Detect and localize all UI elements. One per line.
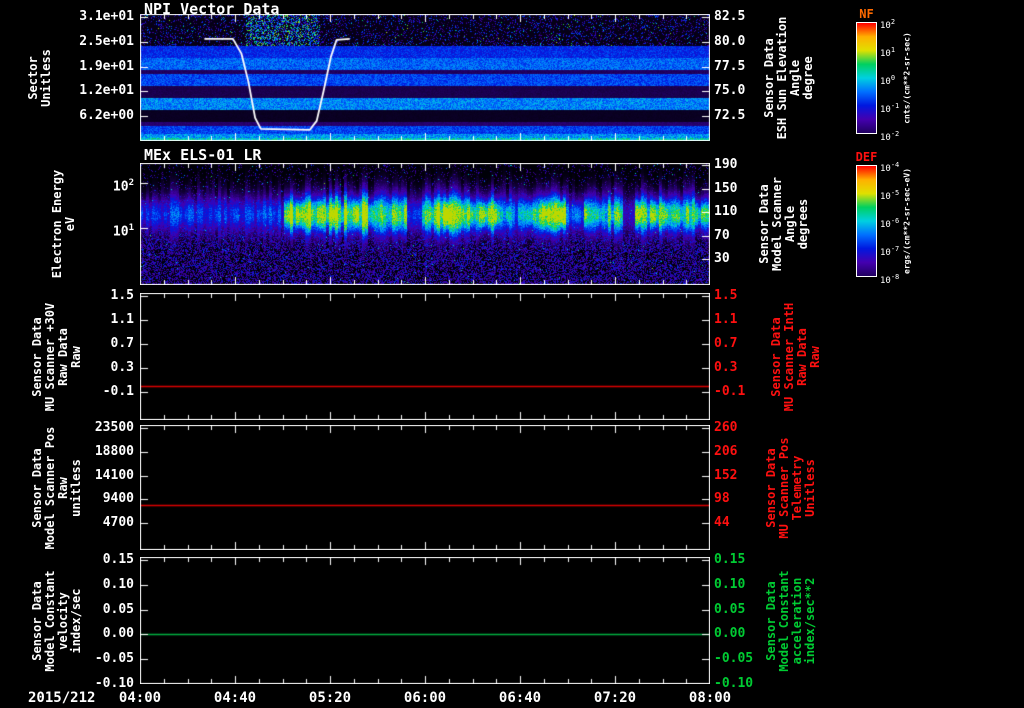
panel2-title: MEx ELS-01 LR: [144, 146, 262, 164]
colorbar-unit-label: cnts/(cm**2-sr-sec): [902, 32, 912, 124]
model-constant-velocity-right-tick-label: -0.10: [714, 676, 754, 691]
x-tick-label: 04:00: [118, 690, 162, 706]
x-tick-label: 06:40: [498, 690, 542, 706]
model-scanner-pos-right-tick-label: 260: [714, 420, 738, 436]
mex-els-01-lr-left-axis-label: Electron Energy eV: [50, 169, 77, 279]
npi-vector-data-left-axis-label: Sector Unitless: [26, 48, 53, 107]
date-label: 2015/212: [28, 690, 96, 706]
colorbar-tick-label: 10-7: [880, 245, 900, 258]
science-plot-figure: NPI Vector Data MEx ELS-01 LR 2015/212 3…: [0, 0, 1024, 708]
npi-vector-data-left-tick-label: 1.2e+01: [79, 83, 134, 99]
els-spectrogram-plot: [140, 163, 710, 285]
npi-vector-data-left-tick-label: 2.5e+01: [79, 33, 134, 49]
mu-scanner-line-plot: [140, 293, 710, 420]
x-tick-label: 07:20: [593, 690, 637, 706]
colorbar-tick-label: 10-4: [880, 161, 900, 174]
colorbar-tick-label: 10-8: [880, 273, 900, 286]
model-constant-line-plot: [140, 557, 710, 684]
npi-spectrogram-plot: [140, 14, 710, 141]
mu-scanner-30v-left-axis-label: Sensor Data MU Scanner +30V Raw Data Raw: [30, 302, 83, 411]
x-tick-label: 04:40: [213, 690, 257, 706]
colorbar-tick-label: 102: [880, 18, 896, 31]
scanner-pos-line-plot: [140, 425, 710, 550]
colorbar-tick-label: 100: [880, 74, 896, 87]
npi-vector-data-left-tick-label: 6.2e+00: [79, 107, 134, 123]
model-constant-velocity-right-axis-label: Sensor Data Model Constant acceleration …: [764, 569, 817, 672]
x-tick-label: 05:20: [308, 690, 352, 706]
model-constant-velocity-left-axis-label: Sensor Data Model Constant velocity inde…: [30, 569, 83, 672]
model-scanner-pos-left-axis-label: Sensor Data Model Scanner Pos Raw unitle…: [30, 426, 83, 549]
x-tick-label: 08:00: [688, 690, 732, 706]
colorbar-nf: [856, 22, 877, 134]
colorbar-tick-label: 10-5: [880, 189, 900, 202]
colorbar-tick-label: 10-2: [880, 130, 900, 143]
colorbar-tick-label: 10-6: [880, 217, 900, 230]
model-scanner-pos-right-axis-label: Sensor Data MU Scanner Pos Telemetry Uni…: [764, 436, 817, 539]
npi-vector-data-left-tick-label: 3.1e+01: [79, 9, 134, 25]
model-constant-velocity-right-tick-label: 0.15: [714, 552, 746, 568]
mu-scanner-30v-left-tick-label: 1.5: [110, 288, 134, 304]
npi-vector-data-right-axis-label: Sensor Data ESH Sun Elevation Angle degr…: [762, 16, 815, 139]
model-constant-velocity-left-tick-label: -0.10: [94, 676, 134, 691]
npi-vector-data-left-tick-label: 1.9e+01: [79, 58, 134, 74]
colorbar-unit-label: ergs/(cm**2-sr-sec-eV): [902, 168, 912, 274]
mu-scanner-30v-right-tick-label: 1.5: [714, 288, 738, 304]
model-constant-velocity-left-tick-label: 0.15: [102, 552, 134, 568]
colorbar-tick-label: 101: [880, 46, 896, 59]
mu-scanner-30v-right-axis-label: Sensor Data MU Scanner IntH Raw Data Raw: [769, 302, 822, 411]
x-tick-label: 06:00: [403, 690, 447, 706]
colorbar-tick-label: 10-1: [880, 102, 900, 115]
mex-els-01-lr-right-tick-label: 190: [714, 157, 738, 173]
mex-els-01-lr-right-axis-label: Sensor Data Model Scanner Angle degrees: [757, 177, 810, 271]
colorbar-def: [856, 165, 877, 277]
